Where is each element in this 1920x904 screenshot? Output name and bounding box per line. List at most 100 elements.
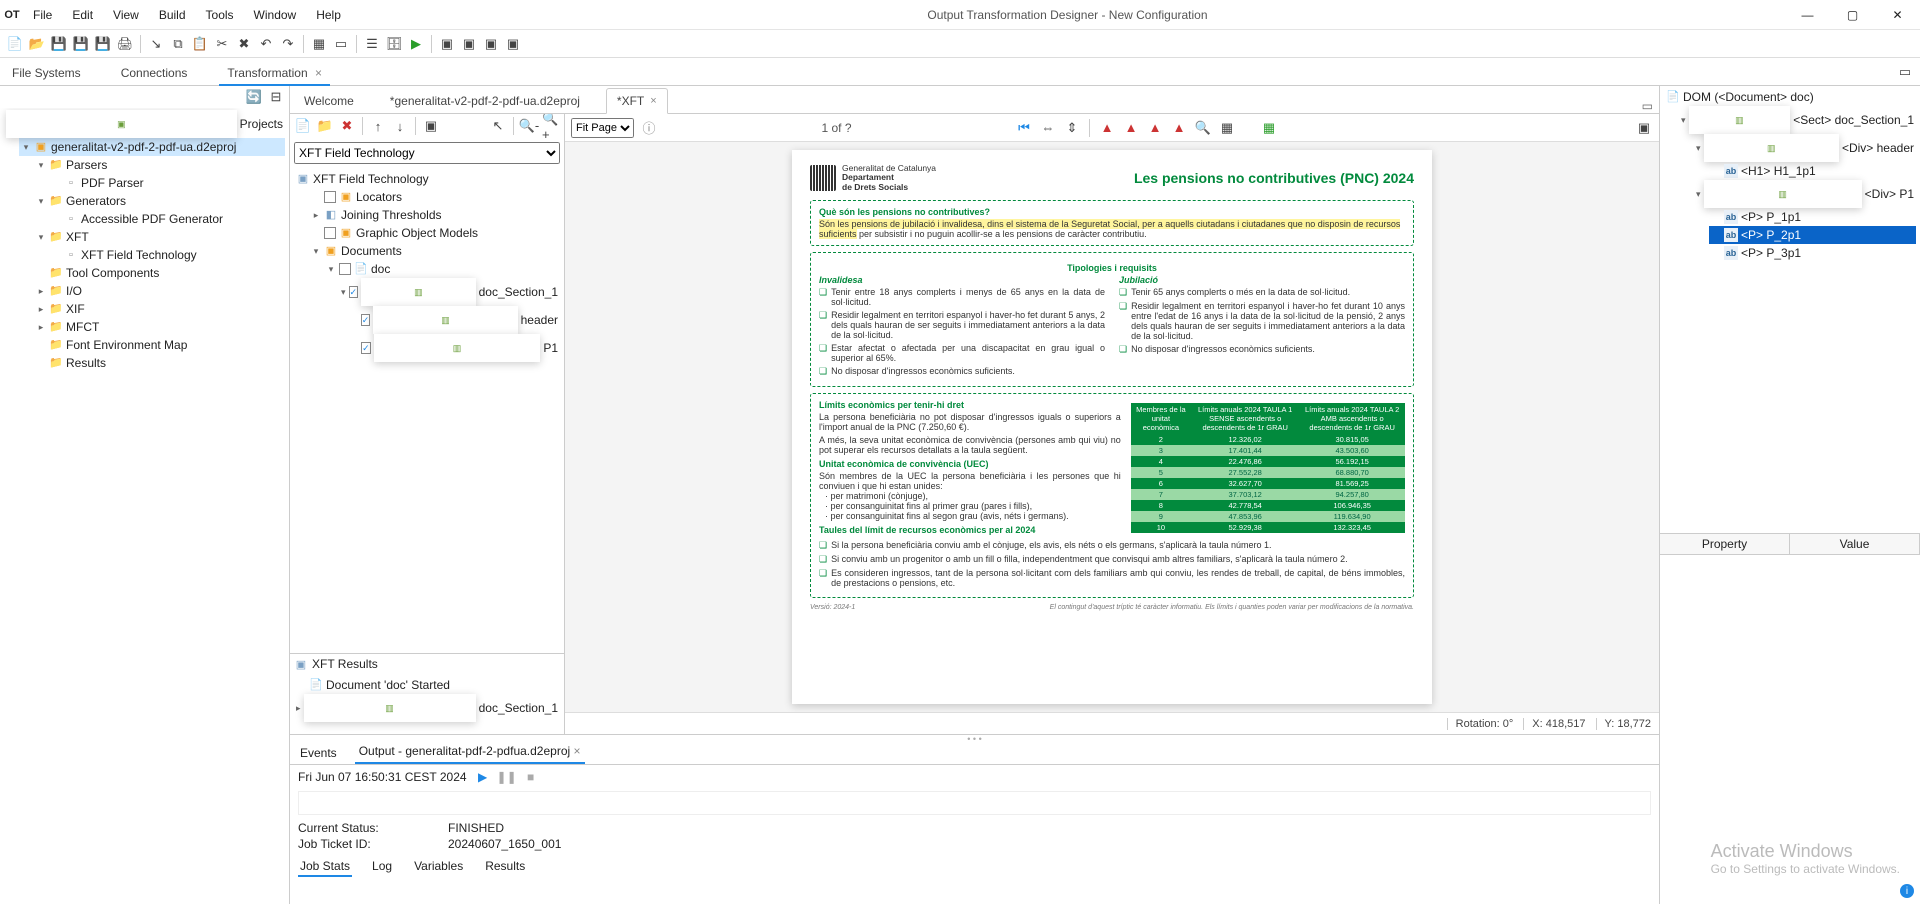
- dom-tree[interactable]: 📄DOM (<Document> doc) ▾▥<Sect> doc_Secti…: [1660, 86, 1920, 534]
- subtab-log[interactable]: Log: [370, 857, 394, 877]
- marker3-icon[interactable]: ▲: [1146, 119, 1164, 137]
- export2-icon[interactable]: ▣: [460, 35, 478, 53]
- subtab-jobstats[interactable]: Job Stats: [298, 857, 352, 877]
- cut-icon[interactable]: ✂: [213, 35, 231, 53]
- grid-icon[interactable]: ▦: [310, 35, 328, 53]
- cursor-icon[interactable]: ↖: [489, 117, 507, 135]
- undo-icon[interactable]: ↶: [257, 35, 275, 53]
- save-as-icon[interactable]: 💾: [94, 35, 112, 53]
- search-icon[interactable]: 🔍: [1194, 119, 1212, 137]
- save-icon[interactable]: 💾: [50, 35, 68, 53]
- tree-apg[interactable]: Accessible PDF Generator: [81, 210, 223, 228]
- info-icon[interactable]: i: [1900, 884, 1914, 898]
- settings-icon[interactable]: ▣: [1635, 119, 1653, 137]
- collapse-icon[interactable]: ⊟: [267, 88, 285, 106]
- zoom-out-icon[interactable]: 🔍-: [520, 117, 538, 135]
- xft-header[interactable]: header: [521, 311, 558, 329]
- menu-window[interactable]: Window: [245, 4, 306, 26]
- refresh-icon[interactable]: 🔄: [245, 88, 263, 106]
- dock-icon[interactable]: ▭: [1642, 99, 1659, 113]
- tree-results[interactable]: Results: [66, 354, 106, 372]
- tree-mfct[interactable]: MFCT: [66, 318, 99, 336]
- tree-xif[interactable]: XIF: [66, 300, 85, 318]
- grid-icon[interactable]: ▦: [1218, 119, 1236, 137]
- checkbox-icon[interactable]: ✓: [349, 286, 359, 298]
- page-icon[interactable]: ▭: [332, 35, 350, 53]
- menu-tools[interactable]: Tools: [197, 4, 243, 26]
- paste-icon[interactable]: 📋: [191, 35, 209, 53]
- zoom-select[interactable]: Fit Page: [571, 118, 634, 138]
- import-icon[interactable]: ↘: [147, 35, 165, 53]
- close-icon[interactable]: ×: [312, 66, 322, 80]
- maximize-button[interactable]: ▢: [1830, 0, 1875, 30]
- tree-generators[interactable]: Generators: [66, 192, 126, 210]
- save-all-icon[interactable]: 💾: [72, 35, 90, 53]
- menu-file[interactable]: File: [24, 4, 61, 26]
- stop-icon[interactable]: ■: [523, 769, 539, 785]
- tab-welcome[interactable]: Welcome: [294, 89, 364, 113]
- checkbox-icon[interactable]: ✓: [361, 314, 371, 326]
- minimize-button[interactable]: —: [1785, 0, 1830, 30]
- export-icon[interactable]: ▣: [438, 35, 456, 53]
- db-icon[interactable]: 🗄: [385, 35, 403, 53]
- result-row-1[interactable]: doc_Section_1: [479, 699, 558, 717]
- xft-tree[interactable]: ▣XFT Field Technology ▣Locators ▸◧Joinin…: [290, 168, 564, 654]
- close-icon[interactable]: ×: [574, 744, 581, 758]
- props-icon[interactable]: ▣: [422, 117, 440, 135]
- dom-h1[interactable]: <H1> H1_1p1: [1741, 162, 1816, 180]
- run-icon[interactable]: ▶: [407, 35, 425, 53]
- preview-canvas[interactable]: Generalitat de Catalunya Departament de …: [565, 142, 1659, 712]
- pause-icon[interactable]: ❚❚: [499, 769, 515, 785]
- down-icon[interactable]: ↓: [391, 117, 409, 135]
- menu-build[interactable]: Build: [150, 4, 195, 26]
- xft-root[interactable]: XFT Field Technology: [313, 170, 429, 188]
- close-button[interactable]: ✕: [1875, 0, 1920, 30]
- zoom-in-icon[interactable]: 🔍+: [542, 117, 560, 135]
- up-icon[interactable]: ↑: [369, 117, 387, 135]
- tab-project[interactable]: *generalitat-v2-pdf-2-pdf-ua.d2eproj: [380, 89, 590, 113]
- xft-doc[interactable]: doc: [371, 260, 390, 278]
- result-row-0[interactable]: Document 'doc' Started: [326, 676, 450, 694]
- tab-connections[interactable]: Connections: [113, 62, 196, 85]
- tree-pdf-parser[interactable]: PDF Parser: [81, 174, 144, 192]
- checkbox-icon[interactable]: ✓: [361, 342, 371, 354]
- xft-p1[interactable]: P1: [543, 339, 558, 357]
- marker1-icon[interactable]: ▲: [1098, 119, 1116, 137]
- dom-div-header[interactable]: <Div> header: [1842, 139, 1914, 157]
- dom-p3p1[interactable]: <P> P_3p1: [1741, 244, 1801, 262]
- tab-xft[interactable]: *XFT×: [606, 88, 668, 114]
- new-node-icon[interactable]: 📄: [294, 117, 312, 135]
- dock-icon[interactable]: ▭: [1896, 63, 1914, 81]
- marker4-icon[interactable]: ▲: [1170, 119, 1188, 137]
- checkbox-icon[interactable]: [339, 263, 351, 275]
- dom-sect[interactable]: <Sect> doc_Section_1: [1793, 111, 1914, 129]
- tree-projects[interactable]: Projects: [240, 115, 283, 133]
- tree-parsers[interactable]: Parsers: [66, 156, 107, 174]
- export3-icon[interactable]: ▣: [482, 35, 500, 53]
- marker2-icon[interactable]: ▲: [1122, 119, 1140, 137]
- tree-xft-field[interactable]: XFT Field Technology: [81, 246, 197, 264]
- export4-icon[interactable]: ▣: [504, 35, 522, 53]
- tree-tool-components[interactable]: Tool Components: [66, 264, 159, 282]
- tab-events[interactable]: Events: [296, 743, 341, 764]
- print-icon[interactable]: 🖨: [116, 35, 134, 53]
- tree-project[interactable]: generalitat-v2-pdf-2-pdf-ua.d2eproj: [51, 138, 236, 156]
- excel-icon[interactable]: ▦: [1260, 119, 1278, 137]
- tab-file-systems[interactable]: File Systems: [4, 62, 89, 85]
- list-icon[interactable]: ☰: [363, 35, 381, 53]
- xft-results-tree[interactable]: 📄Document 'doc' Started ▸▥doc_Section_1: [290, 674, 564, 734]
- delete-icon[interactable]: ✖: [338, 117, 356, 135]
- xft-gom[interactable]: Graphic Object Models: [356, 224, 478, 242]
- info-icon[interactable]: ⓘ: [640, 119, 658, 137]
- menu-help[interactable]: Help: [307, 4, 350, 26]
- tree-font-env[interactable]: Font Environment Map: [66, 336, 187, 354]
- checkbox-icon[interactable]: [324, 227, 336, 239]
- checkbox-icon[interactable]: [324, 191, 336, 203]
- menu-edit[interactable]: Edit: [63, 4, 102, 26]
- tree-io[interactable]: I/O: [66, 282, 82, 300]
- dom-p2p1[interactable]: <P> P_2p1: [1741, 226, 1801, 244]
- tab-transformation[interactable]: Transformation ×: [219, 62, 330, 85]
- menu-view[interactable]: View: [104, 4, 148, 26]
- xft-doc-section[interactable]: doc_Section_1: [479, 283, 558, 301]
- delete-icon[interactable]: ✖: [235, 35, 253, 53]
